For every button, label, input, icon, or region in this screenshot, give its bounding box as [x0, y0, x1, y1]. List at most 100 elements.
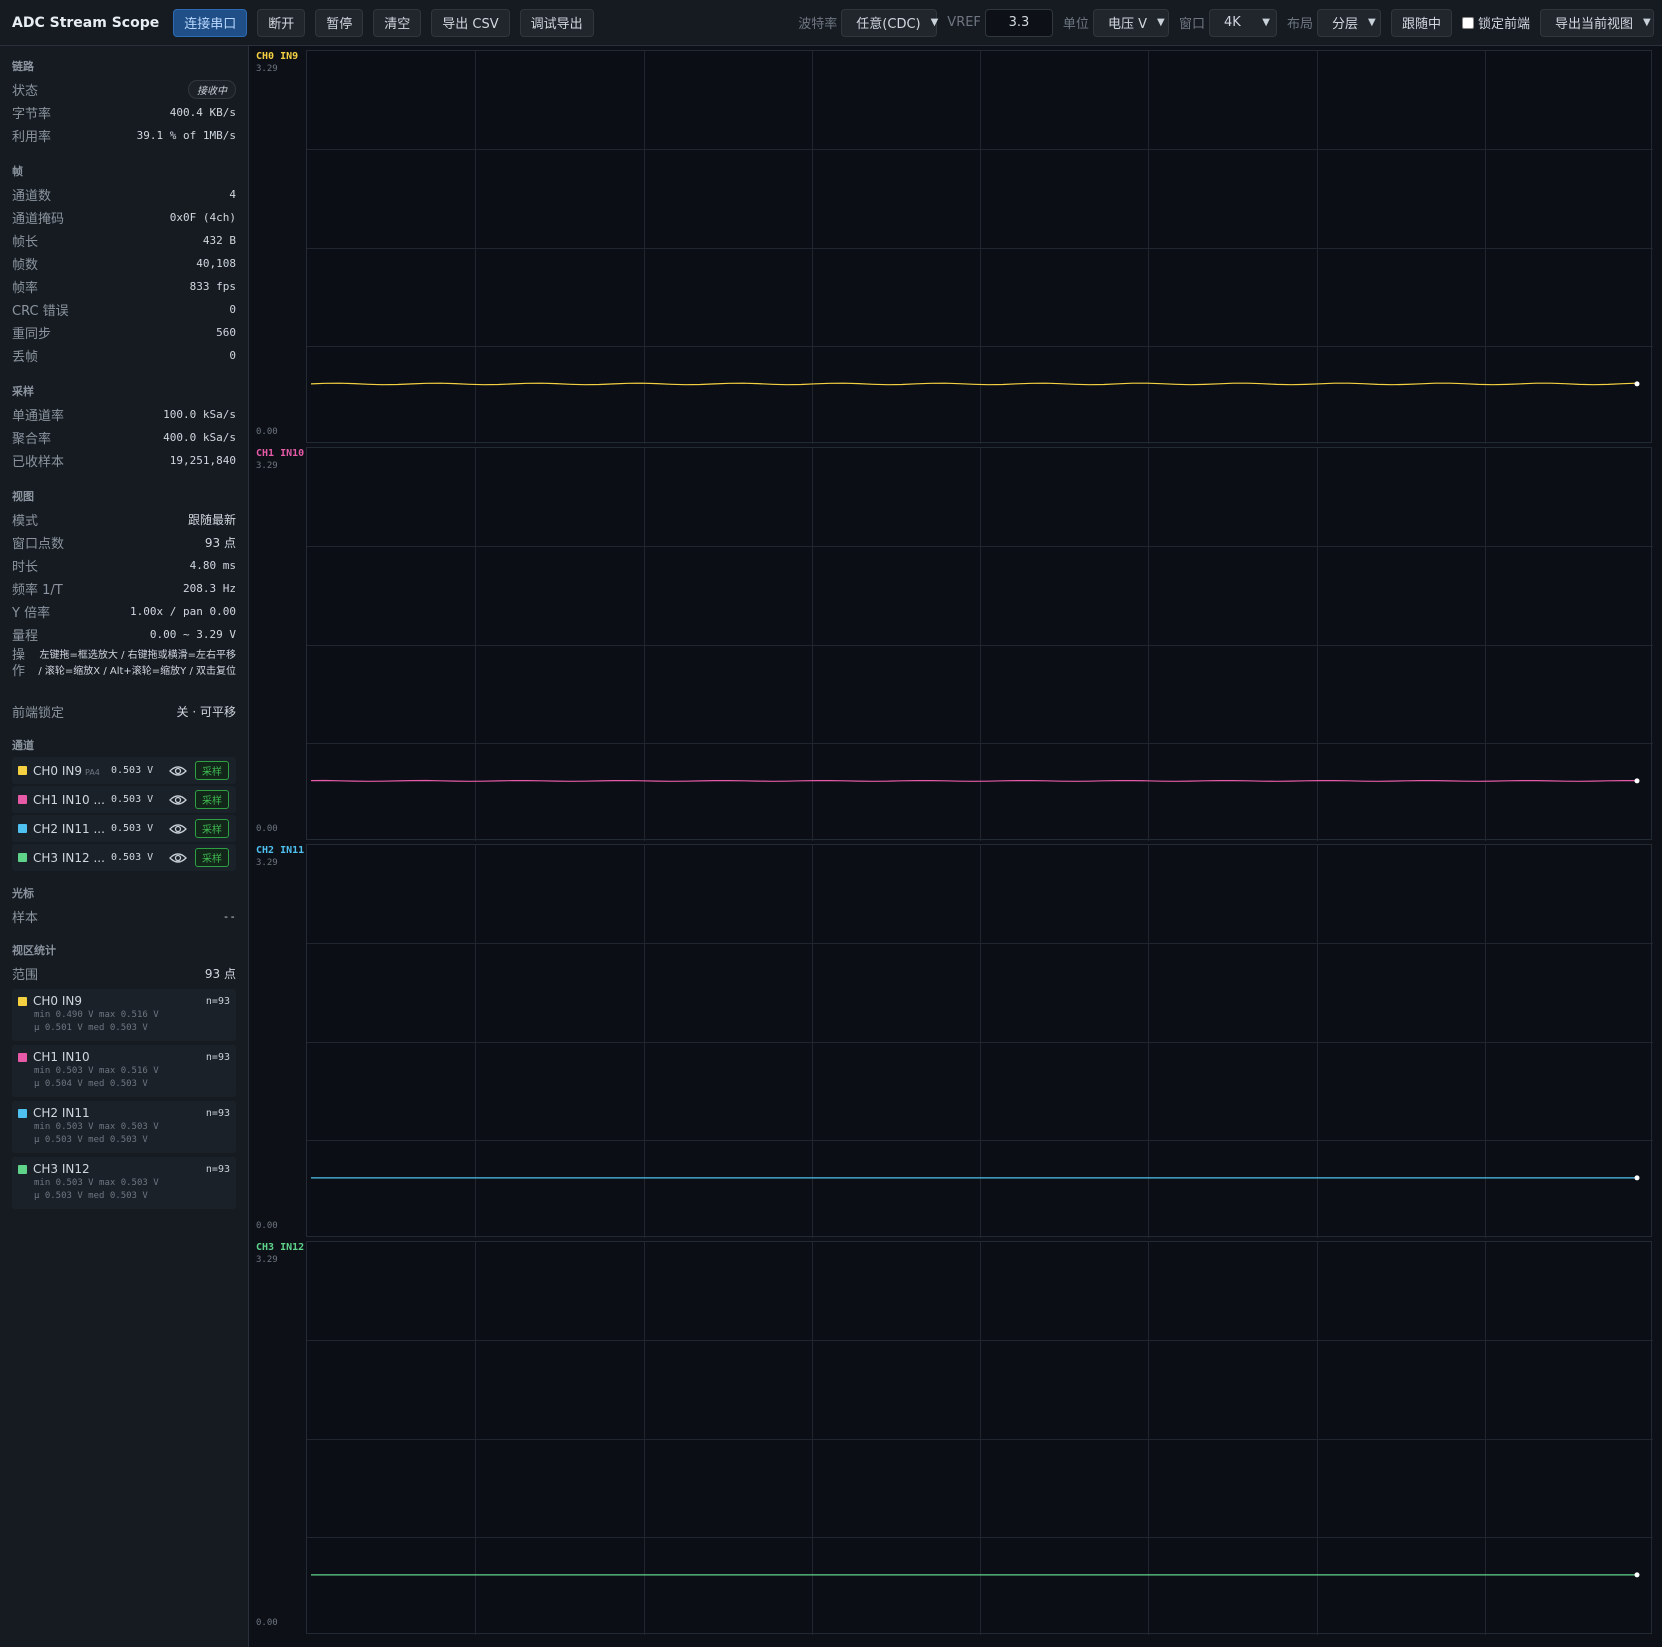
plot-canvas[interactable] — [306, 844, 1653, 1238]
window-label: 窗口 — [1178, 17, 1205, 32]
section-title-view: 视图 — [12, 490, 34, 503]
channel-color-swatch — [18, 996, 27, 1006]
plot-ymax-label: 3.29 — [256, 461, 278, 471]
sample-toggle-button[interactable]: 采样 — [195, 848, 229, 867]
channel-stat-mean: μ 0.504 V med 0.503 V — [34, 1079, 148, 1089]
series-line — [310, 382, 1638, 386]
channel-value: 0.503 V — [111, 765, 154, 776]
stat-key: Y 倍率 — [12, 606, 51, 621]
stat-row: 模式 跟随最新 — [12, 508, 236, 531]
unit-select[interactable]: 电压 V ▼ — [1092, 8, 1169, 37]
cursor-sample-value: -- — [222, 910, 236, 923]
channel-row[interactable]: CH1 IN10 ... 0.503 V 采样 — [12, 786, 236, 813]
connect-serial-button[interactable]: 连接串口 — [173, 8, 248, 37]
sample-toggle-button[interactable]: 采样 — [195, 761, 229, 780]
chevron-down-icon: ▼ — [1262, 17, 1270, 28]
plot-ymax-label: 3.29 — [256, 858, 278, 868]
channel-stat-mean: μ 0.503 V med 0.503 V — [34, 1135, 148, 1145]
sample-toggle-button[interactable]: 采样 — [195, 790, 229, 809]
plot-svg — [307, 448, 1653, 841]
checkbox-box[interactable] — [1461, 16, 1474, 29]
stat-row: 量程 0.00 ~ 3.29 V — [12, 623, 236, 646]
section-title-frame: 帧 — [12, 165, 23, 178]
stat-value: 400.0 kSa/s — [163, 431, 236, 444]
stat-key: 聚合率 — [12, 432, 52, 447]
utilization-value: 39.1 % of 1MB/s — [136, 129, 236, 142]
channel-stat-label: CH1 IN10 — [33, 1050, 90, 1064]
stats-range-key: 范围 — [12, 968, 39, 983]
plot-svg — [307, 51, 1653, 444]
channel-plot[interactable]: CH1 IN10 3.29 0.00 — [250, 443, 1656, 841]
plot-channel-label: CH0 IN9 — [256, 51, 299, 62]
plot-ymin-label: 0.00 — [256, 427, 278, 437]
channel-stat-name: CH1 IN10 — [18, 1050, 90, 1064]
channel-plot[interactable]: CH0 IN9 3.29 0.00 — [250, 46, 1656, 444]
channel-row[interactable]: CH0 IN9 PA4 0.503 V 采样 — [12, 757, 236, 784]
eye-icon[interactable] — [169, 793, 187, 807]
channel-stat-header: CH0 IN9 n=93 — [18, 993, 230, 1009]
export-view-select[interactable]: 导出当前视图 ▼ — [1540, 8, 1654, 37]
channel-stat-count: n=93 — [205, 1163, 230, 1175]
plot-canvas[interactable] — [306, 50, 1653, 444]
channel-stats: CH0 IN9 n=93 min 0.490 V max 0.516 V μ 0.50… — [12, 989, 236, 1209]
lock-front-label: 锁定前端 — [1477, 17, 1530, 32]
plot-ymin-label: 0.00 — [256, 824, 278, 834]
channel-color-swatch — [18, 1164, 27, 1174]
stat-value: 560 — [216, 326, 236, 339]
channel-row[interactable]: CH2 IN11 ... 0.503 V 采样 — [12, 815, 236, 842]
channel-stat-mean: μ 0.501 V med 0.503 V — [34, 1023, 148, 1033]
debug-export-button[interactable]: 调试导出 — [519, 8, 594, 37]
channel-plot[interactable]: CH3 IN12 3.29 0.00 — [250, 1237, 1656, 1635]
disconnect-button[interactable]: 断开 — [257, 8, 306, 37]
stat-row: CRC 错误 0 — [12, 298, 236, 321]
channel-stat-name: CH3 IN12 — [18, 1162, 90, 1176]
lock-front-checkbox[interactable]: 锁定前端 — [1461, 13, 1530, 32]
stat-row: 帧率 833 fps — [12, 275, 236, 298]
stat-key: 已收样本 — [12, 455, 65, 470]
stats-range-value: 93 点 — [204, 967, 236, 981]
latest-point-marker — [1634, 1175, 1640, 1181]
channel-stat-minmax: min 0.503 V max 0.503 V — [34, 1122, 159, 1132]
window-select[interactable]: 4K ▼ — [1208, 8, 1277, 37]
byterate-value: 400.4 KB/s — [169, 106, 236, 119]
channel-plot[interactable]: CH2 IN11 3.29 0.00 — [250, 840, 1656, 1238]
baud-select[interactable]: 任意(CDC) ▼ — [841, 8, 939, 37]
status-row: 状态 接收中 — [12, 78, 236, 101]
plot-canvas[interactable] — [306, 447, 1653, 841]
eye-icon[interactable] — [169, 764, 187, 778]
export-csv-button[interactable]: 导出 CSV — [431, 8, 510, 37]
stat-key: 丢帧 — [12, 350, 39, 365]
follow-button[interactable]: 跟随中 — [1390, 8, 1452, 37]
layout-select[interactable]: 分层 ▼ — [1316, 8, 1381, 37]
channel-stat-header: CH1 IN10 n=93 — [18, 1049, 230, 1065]
eye-icon[interactable] — [169, 822, 187, 836]
utilization-key: 利用率 — [12, 130, 52, 145]
stat-row: 时长 4.80 ms — [12, 554, 236, 577]
channel-value: 0.503 V — [111, 794, 154, 805]
channel-stat-block: CH1 IN10 n=93 min 0.503 V max 0.516 V μ 0.5… — [12, 1045, 236, 1097]
pause-button[interactable]: 暂停 — [315, 8, 364, 37]
view-stats: 模式 跟随最新 窗口点数 93 点时长 4.80 ms 频率 1/T 208.3 Hz Y 倍… — [12, 508, 236, 646]
vref-input[interactable]: 3.3 — [984, 8, 1053, 37]
channel-stat-block: CH0 IN9 n=93 min 0.490 V max 0.516 V μ 0.50… — [12, 989, 236, 1041]
stat-value: 0x0F (4ch) — [169, 211, 236, 224]
cursor-sample-row: 样本 -- — [12, 905, 236, 928]
export-view-value: 导出当前视图 — [1555, 17, 1634, 32]
stat-key: CRC 错误 — [12, 304, 69, 319]
stat-row: 重同步 560 — [12, 321, 236, 344]
sample-toggle-button[interactable]: 采样 — [195, 819, 229, 838]
front-lock-key: 前端锁定 — [12, 706, 65, 721]
stat-value: 93 点 — [204, 536, 236, 550]
stat-row: 窗口点数 93 点 — [12, 531, 236, 554]
eye-icon[interactable] — [169, 851, 187, 865]
status-badge: 接收中 — [188, 80, 236, 99]
channel-name-text: CH0 IN9 — [33, 763, 83, 778]
channel-row[interactable]: CH3 IN12 ... 0.503 V 采样 — [12, 844, 236, 871]
section-title-sampling: 采样 — [12, 385, 34, 398]
clear-button[interactable]: 清空 — [373, 8, 422, 37]
channel-stat-label: CH3 IN12 — [33, 1162, 90, 1176]
stat-value: 4 — [229, 188, 236, 201]
chevron-down-icon: ▼ — [930, 17, 939, 28]
plot-canvas[interactable] — [306, 1241, 1653, 1635]
plot-svg — [307, 1242, 1653, 1635]
